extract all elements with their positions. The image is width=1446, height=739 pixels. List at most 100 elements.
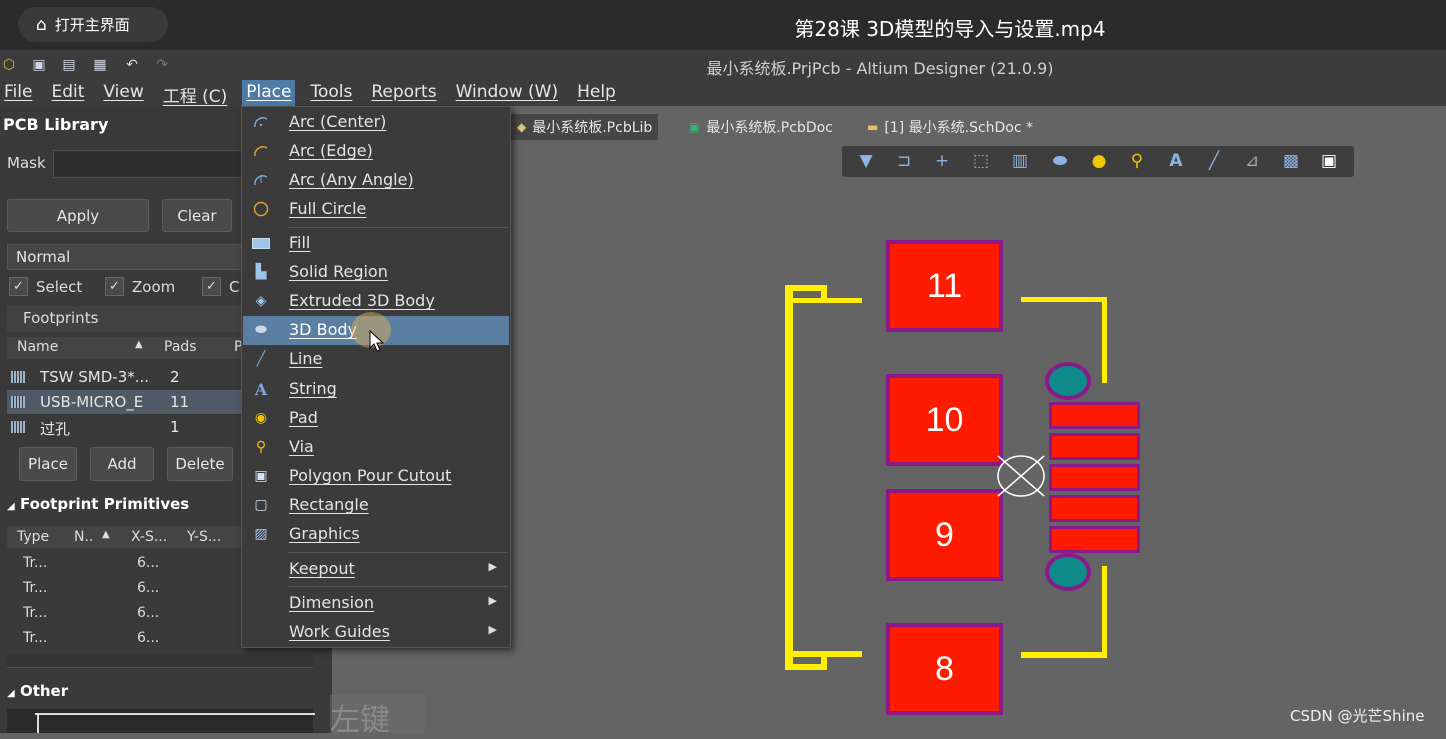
filter-icon[interactable]: ▼ <box>854 150 878 172</box>
menu-item-polygon-pour-cutout[interactable]: ▣ Polygon Pour Cutout <box>243 462 509 491</box>
checkmark-icon: ✓ <box>9 277 28 296</box>
menu-file[interactable]: File <box>0 80 36 106</box>
other-section[interactable]: ◢ Other <box>7 682 68 700</box>
mouse-action-overlay: 左键 <box>330 695 425 738</box>
pad-tool-icon[interactable]: ● <box>1087 150 1111 172</box>
footprint-row[interactable]: 过孔 1 <box>7 415 247 439</box>
menu-edit[interactable]: Edit <box>47 80 88 106</box>
app-title: 最小系统板.PrjPcb - Altium Designer (21.0.9) <box>706 59 1054 78</box>
tab-schdoc[interactable]: ▬ [1] 最小系统.SchDoc * <box>861 114 1039 140</box>
pad-11[interactable]: 11 <box>886 240 1003 332</box>
select-checkbox[interactable]: ✓ Select <box>9 277 82 296</box>
col-type[interactable]: Type <box>17 529 49 545</box>
silkscreen-bottom-right <box>1021 652 1107 658</box>
footprints-section[interactable]: Footprints <box>7 306 247 332</box>
signal-pad[interactable] <box>1049 526 1140 553</box>
submenu-arrow-icon: ▶ <box>488 623 497 636</box>
menu-item-keepout[interactable]: Keepout ▶ <box>243 555 509 584</box>
menu-item-via[interactable]: ⚲ Via <box>243 433 509 462</box>
sort-up-icon: ▲ <box>135 339 143 350</box>
pad-10[interactable]: 10 <box>886 374 1003 466</box>
undo-icon[interactable]: ↶ <box>123 56 141 74</box>
col-y-size[interactable]: Y-S... <box>187 529 221 545</box>
apply-button[interactable]: Apply <box>7 199 149 232</box>
footprint-row[interactable]: TSW SMD-3*... 2 <box>7 365 247 389</box>
menu-item-solid-region[interactable]: ▙ Solid Region <box>243 258 509 287</box>
align-icon[interactable]: ▥ <box>1008 150 1032 172</box>
mounting-hole-bottom[interactable] <box>1045 553 1091 591</box>
zoom-checkbox[interactable]: ✓ Zoom <box>105 277 175 296</box>
menu-item-dimension[interactable]: Dimension ▶ <box>243 589 509 618</box>
place-button[interactable]: Place <box>19 447 77 481</box>
menu-item-graphics[interactable]: ▨ Graphics <box>243 520 509 549</box>
other-preview <box>7 709 315 733</box>
filter-mode-dropdown[interactable]: Normal <box>7 244 247 270</box>
menu-item-3d-body[interactable]: ⬬ 3D Body <box>243 312 509 352</box>
line-tool-icon[interactable]: ╱ <box>1202 150 1226 172</box>
menu-help[interactable]: Help <box>573 80 620 106</box>
zoom-label: Zoom <box>132 277 176 296</box>
mask-input[interactable] <box>53 150 253 178</box>
col-x-size[interactable]: X-S... <box>131 529 167 545</box>
primitive-type: Tr... <box>23 630 48 646</box>
menu-item-arc-center[interactable]: Arc (Center) <box>243 108 509 137</box>
via-tool-icon[interactable]: ⚲ <box>1125 150 1149 172</box>
footprint-row[interactable]: USB-MICRO_E 11 <box>7 390 247 414</box>
footprint-primitives-title: Footprint Primitives <box>19 495 190 513</box>
silkscreen-bottom-left <box>785 651 862 657</box>
snap-icon[interactable]: ⊐ <box>892 150 916 172</box>
signal-pad[interactable] <box>1049 433 1140 460</box>
col-name[interactable]: Name <box>17 339 58 355</box>
signal-pad[interactable] <box>1049 464 1140 491</box>
menu-tools[interactable]: Tools <box>306 80 356 106</box>
footprints-table-header: Name ▲ Pads P <box>7 337 247 359</box>
menu-item-string[interactable]: A String <box>243 375 509 404</box>
menu-item-full-circle[interactable]: Full Circle <box>243 195 509 224</box>
clear-button[interactable]: Clear <box>162 199 232 232</box>
tab-pcbdoc[interactable]: ▣ 最小系统板.PcbDoc <box>683 114 839 140</box>
menu-item-line[interactable]: ╱ Line <box>243 345 509 374</box>
pad-8[interactable]: 8 <box>886 623 1003 715</box>
menu-view[interactable]: View <box>99 80 147 106</box>
add-button[interactable]: Add <box>90 447 154 481</box>
menu-item-work-guides[interactable]: Work Guides ▶ <box>243 618 509 647</box>
menu-item-pad[interactable]: ◉ Pad <box>243 404 509 433</box>
save-icon[interactable]: ▣ <box>30 56 48 74</box>
collapse-icon: ◢ <box>7 501 15 512</box>
graphics-icon: ▨ <box>254 526 268 542</box>
col-pads[interactable]: Pads <box>164 339 197 355</box>
text-tool-icon[interactable]: A <box>1164 150 1188 172</box>
silkscreen-top-notch-v <box>821 285 827 303</box>
col-name[interactable]: N.. <box>74 529 93 545</box>
menu-item-fill[interactable]: Fill <box>243 229 509 258</box>
select-rect-icon[interactable]: ⬚ <box>969 150 993 172</box>
silkscreen-right-top <box>1102 297 1107 383</box>
tab-pcblib[interactable]: ◆ 最小系统板.PcbLib <box>511 114 659 140</box>
menu-item-rectangle[interactable]: ▢ Rectangle <box>243 491 509 520</box>
menu-reports[interactable]: Reports <box>367 80 440 106</box>
delete-button[interactable]: Delete <box>167 447 233 481</box>
graph-tool-icon[interactable]: ▩ <box>1279 150 1303 172</box>
menu-window[interactable]: Window (W) <box>452 80 563 106</box>
menu-project[interactable]: 工程 (C) <box>159 80 232 107</box>
clear-existing-checkbox[interactable]: ✓ C <box>202 277 239 296</box>
mounting-hole-top[interactable] <box>1045 362 1091 400</box>
pcbdoc-icon: ▣ <box>689 120 701 134</box>
open-main-interface-button[interactable]: ⌂ 打开主界面 <box>18 7 168 42</box>
silkscreen-bottom-notch <box>785 664 827 670</box>
redo-icon[interactable]: ↷ <box>153 56 171 74</box>
footprint-primitives-section[interactable]: ◢ Footprint Primitives <box>7 495 189 513</box>
3d-body-tool-icon[interactable]: ⬬ <box>1048 150 1072 172</box>
menu-place[interactable]: Place <box>242 80 296 106</box>
signal-pad[interactable] <box>1049 495 1140 522</box>
menu-item-arc-any-angle[interactable]: Arc (Any Angle) <box>243 166 509 195</box>
cross-icon[interactable]: + <box>930 150 954 172</box>
signal-pad[interactable] <box>1049 402 1140 429</box>
open-icon[interactable]: ▦ <box>91 56 109 74</box>
checkmark-icon: ✓ <box>202 277 221 296</box>
rectangle-tool-icon[interactable]: ▣ <box>1317 150 1341 172</box>
save-all-icon[interactable]: ▤ <box>60 56 78 74</box>
menu-item-arc-edge[interactable]: Arc (Edge) <box>243 137 509 166</box>
dimension-tool-icon[interactable]: ⊿ <box>1240 150 1264 172</box>
pad-9[interactable]: 9 <box>886 489 1003 581</box>
